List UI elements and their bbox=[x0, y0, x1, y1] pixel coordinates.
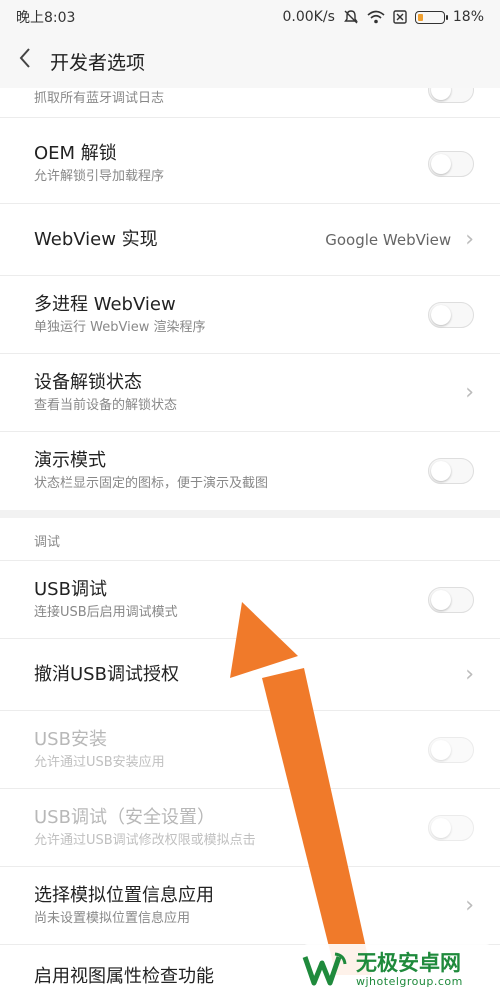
usb-install-title: USB安装 bbox=[34, 728, 107, 750]
demo-mode-toggle[interactable] bbox=[428, 458, 474, 484]
mock-location-app-title: 选择模拟位置信息应用 bbox=[34, 884, 214, 906]
multi-process-webview-toggle[interactable] bbox=[428, 301, 474, 328]
device-unlock-state-title: 设备解锁状态 bbox=[34, 371, 142, 393]
usb-install-row: USB安装 允许通过USB安装应用 bbox=[0, 711, 500, 789]
wifi-icon bbox=[367, 10, 385, 24]
app-header: 开发者选项 bbox=[0, 34, 500, 88]
oem-unlock-toggle[interactable] bbox=[428, 150, 474, 177]
mock-location-app-row[interactable]: 选择模拟位置信息应用 尚未设置模拟位置信息应用 › bbox=[0, 867, 500, 945]
page-title: 开发者选项 bbox=[50, 51, 146, 74]
chevron-right-icon: › bbox=[465, 662, 474, 687]
mock-location-app-subtitle: 尚未设置模拟位置信息应用 bbox=[34, 910, 191, 926]
no-sim-icon bbox=[393, 10, 407, 24]
watermark-url: wjhotelgroup.com bbox=[356, 974, 463, 988]
mute-icon bbox=[343, 10, 358, 24]
demo-mode-subtitle: 状态栏显示固定的图标，便于演示及截图 bbox=[34, 476, 269, 491]
watermark: 无极安卓网 wjhotelgroup.com bbox=[302, 944, 492, 994]
usb-debugging-title: USB调试 bbox=[34, 578, 107, 600]
revoke-usb-auth-title: 撤消USB调试授权 bbox=[34, 663, 179, 685]
settings-list[interactable]: 抓取所有蓝牙调试日志 OEM 解锁 允许解锁引导加载程序 WebView 实现 … bbox=[0, 88, 500, 1000]
status-time: 晚上8:03 bbox=[16, 10, 76, 26]
section-debug-label: 调试 bbox=[34, 535, 61, 550]
battery-icon bbox=[414, 10, 448, 24]
usb-debugging-toggle[interactable] bbox=[428, 586, 474, 613]
multi-process-webview-row[interactable]: 多进程 WebView 单独运行 WebView 渲染程序 bbox=[0, 276, 500, 354]
usb-install-subtitle: 允许通过USB安装应用 bbox=[34, 754, 165, 770]
usb-debug-secure-subtitle: 允许通过USB调试修改权限或模拟点击 bbox=[34, 832, 256, 848]
bluetooth-log-row[interactable]: 抓取所有蓝牙调试日志 bbox=[0, 88, 500, 118]
device-unlock-state-subtitle: 查看当前设备的解锁状态 bbox=[34, 397, 178, 413]
multi-process-webview-title: 多进程 WebView bbox=[34, 293, 176, 315]
usb-debug-secure-toggle bbox=[428, 814, 474, 841]
chevron-right-icon: › bbox=[465, 893, 474, 918]
oem-unlock-subtitle: 允许解锁引导加载程序 bbox=[34, 168, 165, 184]
oem-unlock-row[interactable]: OEM 解锁 允许解锁引导加载程序 bbox=[0, 124, 500, 204]
watermark-logo-icon bbox=[302, 952, 347, 986]
bluetooth-log-subtitle: 抓取所有蓝牙调试日志 bbox=[34, 90, 165, 106]
usb-debug-secure-title: USB调试（安全设置） bbox=[34, 806, 215, 828]
chevron-right-icon: › bbox=[465, 227, 474, 252]
device-unlock-state-row[interactable]: 设备解锁状态 查看当前设备的解锁状态 › bbox=[0, 354, 500, 432]
status-bar: 晚上8:03 0.00K/s 18% bbox=[0, 0, 500, 34]
section-divider bbox=[0, 510, 500, 518]
usb-debugging-subtitle: 连接USB后启用调试模式 bbox=[34, 604, 178, 620]
watermark-name: 无极安卓网 bbox=[356, 950, 461, 975]
demo-mode-title: 演示模式 bbox=[34, 450, 106, 471]
usb-install-toggle bbox=[428, 736, 474, 763]
webview-impl-title: WebView 实现 bbox=[34, 228, 158, 250]
webview-impl-row[interactable]: WebView 实现 Google WebView › bbox=[0, 204, 500, 276]
revoke-usb-auth-row[interactable]: 撤消USB调试授权 › bbox=[0, 639, 500, 711]
webview-impl-value: Google WebView bbox=[325, 230, 452, 249]
bluetooth-log-toggle[interactable] bbox=[428, 88, 474, 103]
demo-mode-row[interactable]: 演示模式 状态栏显示固定的图标，便于演示及截图 bbox=[0, 432, 500, 510]
oem-unlock-title: OEM 解锁 bbox=[34, 142, 117, 164]
multi-process-webview-subtitle: 单独运行 WebView 渲染程序 bbox=[34, 319, 206, 335]
usb-debug-secure-row: USB调试（安全设置） 允许通过USB调试修改权限或模拟点击 bbox=[0, 789, 500, 867]
back-arrow-icon[interactable] bbox=[0, 47, 50, 75]
chevron-right-icon: › bbox=[465, 380, 474, 405]
usb-debugging-row[interactable]: USB调试 连接USB后启用调试模式 bbox=[0, 561, 500, 639]
network-speed: 0.00K/s bbox=[282, 9, 335, 25]
view-attribute-inspection-title: 启用视图属性检查功能 bbox=[34, 966, 214, 987]
battery-percent: 18% bbox=[452, 9, 484, 25]
status-icons: 0.00K/s 18% bbox=[283, 9, 485, 25]
